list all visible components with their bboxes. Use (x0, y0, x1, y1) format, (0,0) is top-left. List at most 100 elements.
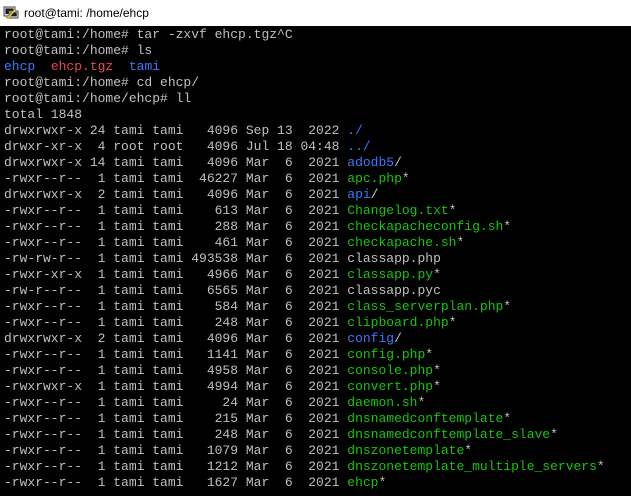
executable-name: convert.php (347, 379, 434, 394)
terminal-line: drwxrwxr-x 2 tami tami 4096 Mar 6 2021 c… (4, 331, 631, 347)
executable-name: class_serverplan.php (347, 299, 504, 314)
terminal-line: root@tami:/home# tar -zxvf ehcp.tgz^C (4, 27, 631, 43)
terminal-line: root@tami:/home/ehcp# ll (4, 91, 631, 107)
terminal-text: -rwxr--r-- 1 tami tami 1141 Mar 6 2021 (4, 347, 348, 362)
window-title: root@tami: /home/ehcp (24, 6, 149, 20)
terminal-text: * (464, 443, 473, 458)
terminal-text: drwxrwxr-x 2 tami tami 4096 Mar 6 2021 (4, 331, 348, 346)
terminal-line: -rwxr--r-- 1 tami tami 1212 Mar 6 2021 d… (4, 459, 631, 475)
executable-name: classapp.py (347, 267, 434, 282)
terminal-line: -rwxr--r-- 1 tami tami 1627 Mar 6 2021 e… (4, 475, 631, 491)
terminal-text: -rwxr--r-- 1 tami tami 24 Mar 6 2021 (4, 395, 348, 410)
executable-name: checkapache.sh (347, 235, 457, 250)
terminal-line: drwxrwxr-x 2 tami tami 4096 Mar 6 2021 a… (4, 187, 631, 203)
terminal-line: drwxr-xr-x 4 root root 4096 Jul 18 04:48… (4, 139, 631, 155)
terminal-line: -rwxr-xr-x 1 tami tami 4966 Mar 6 2021 c… (4, 267, 631, 283)
title-bar[interactable]: root@tami: /home/ehcp (0, 0, 631, 26)
terminal-text: * (550, 427, 558, 442)
terminal-text: / (394, 331, 402, 346)
terminal-text: -rwxr--r-- 1 tami tami 4958 Mar 6 2021 (4, 363, 348, 378)
directory-name: tami (128, 59, 161, 74)
terminal-line: -rwxr--r-- 1 tami tami 288 Mar 6 2021 ch… (4, 219, 631, 235)
executable-name: config.php (347, 347, 426, 362)
executable-name: dnszonetemplate (347, 443, 465, 458)
directory-name: ../ (347, 139, 371, 154)
terminal-text: -rwxr--r-- 1 tami tami 46227 Mar 6 2021 (4, 171, 348, 186)
terminal-text: * (503, 299, 512, 314)
executable-name: ehcp (347, 475, 379, 490)
terminal-bottom-edge (0, 490, 631, 496)
directory-name: config (347, 331, 395, 346)
terminal-line: -rwxr--r-- 1 tami tami 1141 Mar 6 2021 c… (4, 347, 631, 363)
executable-name: console.php (347, 363, 434, 378)
terminal-text: * (448, 315, 457, 330)
terminal-line: total 1848 (4, 107, 631, 123)
terminal-line: root@tami:/home# ls (4, 43, 631, 59)
terminal-line: -rwxr--r-- 1 tami tami 4958 Mar 6 2021 c… (4, 363, 631, 379)
executable-name: dnsnamedconftemplate_slave (347, 427, 551, 442)
terminal-text: -rwxr-xr-x 1 tami tami 4966 Mar 6 2021 (4, 267, 348, 282)
terminal-text: root@tami:/home/ehcp# ll (4, 91, 192, 106)
terminal-text: total 1848 (4, 107, 83, 122)
executable-name: clipboard.php (347, 315, 449, 330)
directory-name: api (347, 187, 371, 202)
terminal-text: * (433, 363, 441, 378)
terminal-line: -rwxr--r-- 1 tami tami 215 Mar 6 2021 dn… (4, 411, 631, 427)
terminal-text: -rwxrwxr-x 1 tami tami 4994 Mar 6 2021 (4, 379, 348, 394)
archive-name: ehcp.tgz (50, 59, 114, 74)
executable-name: dnszonetemplate_multiple_servers (347, 459, 597, 474)
terminal-text: drwxrwxr-x 2 tami tami 4096 Mar 6 2021 (4, 187, 348, 202)
terminal-text: -rwxr--r-- 1 tami tami 584 Mar 6 2021 (4, 299, 348, 314)
terminal-output[interactable]: root@tami:/home# tar -zxvf ehcp.tgz^C roo… (0, 26, 631, 496)
terminal-line: -rw-r--r-- 1 tami tami 6565 Mar 6 2021 c… (4, 283, 631, 299)
terminal-text: -rw-r--r-- 1 tami tami 6565 Mar 6 2021 c… (4, 283, 441, 298)
terminal-text: -rwxr--r-- 1 tami tami 215 Mar 6 2021 (4, 411, 348, 426)
terminal-text: -rwxr--r-- 1 tami tami 288 Mar 6 2021 (4, 219, 348, 234)
terminal-line: -rwxrwxr-x 1 tami tami 4994 Mar 6 2021 c… (4, 379, 631, 395)
terminal-text: * (433, 267, 441, 282)
terminal-text: * (503, 411, 512, 426)
executable-name: Changelog.txt (347, 203, 449, 218)
terminal-text: drwxrwxr-x 24 tami tami 4096 Sep 13 2022 (4, 123, 348, 138)
terminal-text: -rwxr--r-- 1 tami tami 1212 Mar 6 2021 (4, 459, 348, 474)
terminal-line: drwxrwxr-x 24 tami tami 4096 Sep 13 2022… (4, 123, 631, 139)
terminal-text: * (596, 459, 605, 474)
terminal-line: -rwxr--r-- 1 tami tami 46227 Mar 6 2021 … (4, 171, 631, 187)
executable-name: checkapacheconfig.sh (347, 219, 504, 234)
terminal-line: -rwxr--r-- 1 tami tami 584 Mar 6 2021 cl… (4, 299, 631, 315)
terminal-text: -rwxr--r-- 1 tami tami 613 Mar 6 2021 (4, 203, 348, 218)
terminal-text: root@tami:/home# ls (4, 43, 153, 58)
terminal-line: -rwxr--r-- 1 tami tami 248 Mar 6 2021 dn… (4, 427, 631, 443)
putty-terminal-icon (3, 5, 19, 21)
terminal-text: drwxrwxr-x 14 tami tami 4096 Mar 6 2021 (4, 155, 348, 170)
executable-name: apc.php (347, 171, 402, 186)
terminal-text: root@tami:/home# cd ehcp/ (4, 75, 200, 90)
terminal-text: * (456, 235, 465, 250)
terminal-text: -rwxr--r-- 1 tami tami 1627 Mar 6 2021 (4, 475, 348, 490)
terminal-text: * (448, 203, 457, 218)
terminal-line: -rwxr--r-- 1 tami tami 1079 Mar 6 2021 d… (4, 443, 631, 459)
terminal-window: root@tami: /home/ehcp root@tami:/home# t… (0, 0, 631, 496)
terminal-line: -rwxr--r-- 1 tami tami 248 Mar 6 2021 cl… (4, 315, 631, 331)
terminal-line: -rwxr--r-- 1 tami tami 461 Mar 6 2021 ch… (4, 235, 631, 251)
directory-name: ehcp (4, 59, 36, 74)
terminal-line: ehcp ehcp.tgz tami (4, 59, 631, 75)
terminal-line: drwxrwxr-x 14 tami tami 4096 Mar 6 2021 … (4, 155, 631, 171)
terminal-text: -rwxr--r-- 1 tami tami 461 Mar 6 2021 (4, 235, 348, 250)
terminal-text: root@tami:/home# tar -zxvf ehcp.tgz^C (4, 27, 293, 42)
terminal-text: -rwxr--r-- 1 tami tami 248 Mar 6 2021 (4, 427, 348, 442)
terminal-text: * (503, 219, 512, 234)
terminal-line: -rwxr--r-- 1 tami tami 613 Mar 6 2021 Ch… (4, 203, 631, 219)
terminal-text: -rwxr--r-- 1 tami tami 1079 Mar 6 2021 (4, 443, 348, 458)
terminal-line: root@tami:/home# cd ehcp/ (4, 75, 631, 91)
terminal-text: -rw-rw-r-- 1 tami tami 493538 Mar 6 2021… (4, 251, 441, 266)
terminal-text: * (401, 171, 410, 186)
terminal-text: drwxr-xr-x 4 root root 4096 Jul 18 04:48 (4, 139, 348, 154)
terminal-text: * (425, 347, 434, 362)
executable-name: daemon.sh (347, 395, 418, 410)
terminal-text: * (417, 395, 426, 410)
executable-name: dnsnamedconftemplate (347, 411, 504, 426)
terminal-line: -rwxr--r-- 1 tami tami 24 Mar 6 2021 dae… (4, 395, 631, 411)
